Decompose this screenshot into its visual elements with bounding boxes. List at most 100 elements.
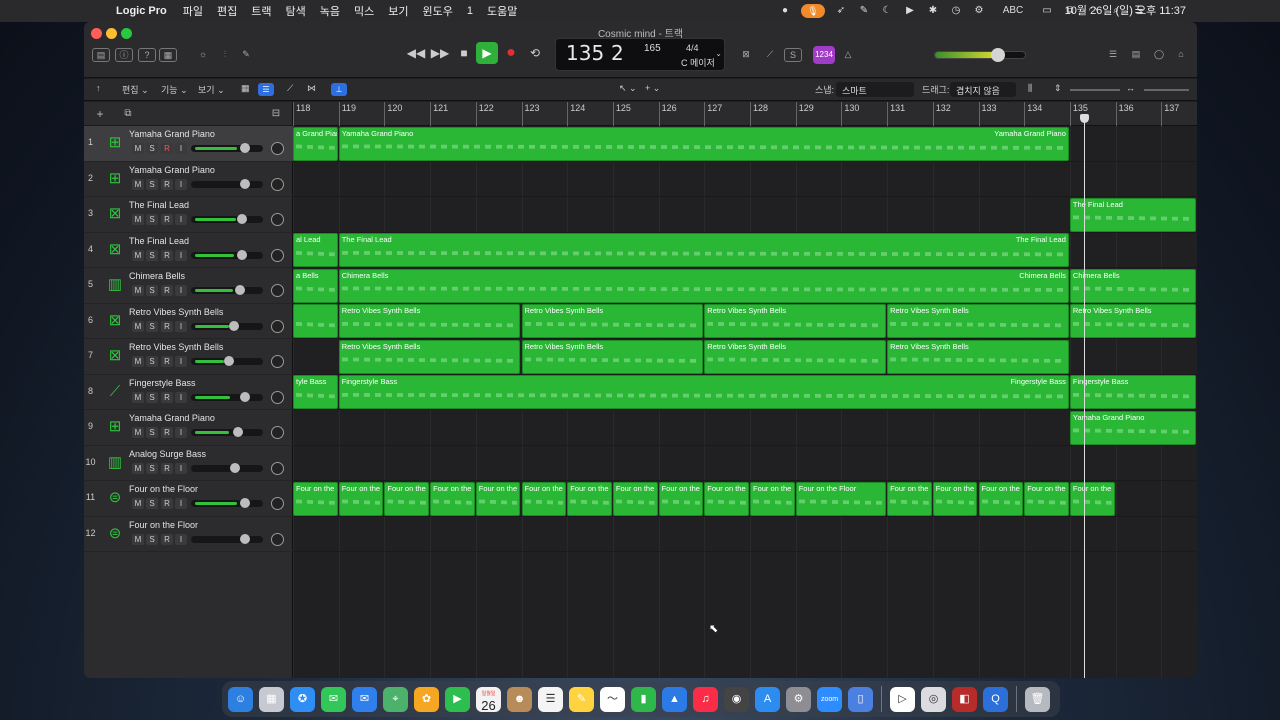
midi-region[interactable]: Four on the bbox=[750, 481, 795, 516]
messages-icon[interactable]: ✉ bbox=[321, 686, 346, 712]
record-enable-button[interactable]: R bbox=[161, 356, 173, 367]
record-enable-button[interactable]: R bbox=[161, 214, 173, 225]
track-name[interactable]: Chimera Bells bbox=[129, 271, 185, 281]
arrange-area[interactable]: 118 119 120 121 122 123 124 125 126 127 128 129 130 1… bbox=[293, 102, 1197, 678]
lcd-time-signature[interactable]: 4/4 bbox=[686, 43, 699, 53]
track-lane[interactable] bbox=[293, 162, 1197, 197]
midi-region[interactable]: The Final Lead The Final Lead bbox=[338, 233, 1069, 267]
record-enable-button[interactable]: R bbox=[161, 143, 173, 154]
snap-select[interactable]: 스마트 bbox=[836, 82, 914, 97]
midi-region[interactable]: al Lead bbox=[293, 233, 338, 267]
track-header[interactable]: 12 ⊜ Four on the Floor M S R I bbox=[84, 517, 293, 552]
midi-region[interactable]: Four on the bbox=[887, 481, 932, 516]
moon-icon[interactable]: ☾ bbox=[880, 5, 894, 17]
track-name[interactable]: The Final Lead bbox=[129, 200, 189, 210]
contacts-icon[interactable]: ☻ bbox=[507, 686, 532, 712]
notes-icon[interactable]: ✎ bbox=[569, 686, 594, 712]
record-enable-button[interactable]: R bbox=[161, 427, 173, 438]
mail-icon[interactable]: ✉ bbox=[352, 686, 377, 712]
midi-region[interactable]: Retro Vibes Synth Bells bbox=[887, 339, 1069, 374]
music-icon[interactable]: ♫ bbox=[693, 686, 718, 712]
pan-knob[interactable] bbox=[271, 177, 284, 191]
mute-button[interactable]: M bbox=[132, 214, 144, 225]
input-monitor-button[interactable]: I bbox=[175, 356, 187, 367]
volume-slider[interactable] bbox=[191, 533, 263, 544]
notepad-icon[interactable]: ▤ bbox=[1127, 48, 1145, 62]
calendar-icon[interactable]: 일월일 26 bbox=[476, 686, 501, 712]
volume-slider[interactable] bbox=[191, 391, 263, 402]
solo-button[interactable]: S bbox=[146, 356, 158, 367]
track-header[interactable]: 9 ⊞ Yamaha Grand Piano M S R I bbox=[84, 410, 293, 446]
midi-region[interactable]: Four on the bbox=[430, 481, 475, 516]
midi-region[interactable]: Yamaha Grand Piano Yamaha Grand Piano bbox=[338, 126, 1069, 161]
screenshot-icon[interactable]: ◉ bbox=[724, 686, 749, 712]
mute-button[interactable]: M bbox=[132, 320, 144, 332]
midi-region[interactable]: Four on the bbox=[338, 481, 384, 516]
menu-help[interactable]: 도움말 bbox=[487, 3, 517, 19]
track-name[interactable]: Retro Vibes Synth Bells bbox=[129, 342, 223, 352]
pan-knob[interactable] bbox=[271, 461, 284, 475]
view-menu[interactable]: 보기 ⌄ bbox=[198, 83, 225, 96]
vertical-zoom-icon[interactable]: ⇕ bbox=[1054, 83, 1062, 94]
midi-region[interactable]: Retro Vibes Synth Bells bbox=[704, 339, 887, 374]
mute-button[interactable]: M bbox=[132, 427, 144, 438]
app-menu[interactable]: Logic Pro bbox=[116, 5, 167, 17]
volume-slider[interactable] bbox=[191, 498, 263, 508]
replace-icon[interactable]: ⊠ bbox=[737, 48, 755, 62]
track-header[interactable]: 2 ⊞ Yamaha Grand Piano M S R I bbox=[84, 162, 293, 197]
midi-region[interactable]: Four on the bbox=[293, 481, 338, 516]
photos-icon[interactable]: ✿ bbox=[414, 686, 439, 712]
solo-button[interactable]: S bbox=[146, 462, 158, 474]
track-header[interactable]: 3 ⊠ The Final Lead M S R I bbox=[84, 197, 293, 233]
stop-button[interactable]: ■ bbox=[453, 42, 475, 64]
record-status-icon[interactable]: ● bbox=[778, 5, 792, 17]
logic-pro-icon[interactable]: ◎ bbox=[921, 686, 946, 712]
input-monitor-button[interactable]: I bbox=[175, 285, 187, 296]
keynote-icon[interactable]: ▲ bbox=[662, 686, 687, 712]
duplicate-track-button[interactable]: ⧉ bbox=[120, 107, 136, 121]
volume-knob[interactable] bbox=[237, 249, 248, 260]
global-tracks-button[interactable]: ⊟ bbox=[268, 107, 284, 121]
pan-knob[interactable] bbox=[271, 426, 284, 439]
piano-icon[interactable]: ⊞ bbox=[104, 168, 126, 190]
midi-region[interactable]: Retro Vibes Synth Bells bbox=[1069, 304, 1196, 338]
list-view-icon[interactable]: ☰ bbox=[258, 83, 274, 96]
pointer-tool-icon[interactable]: ↖ ⌄ bbox=[619, 83, 637, 94]
mute-button[interactable]: M bbox=[132, 462, 144, 474]
solo-button[interactable]: S bbox=[146, 427, 158, 438]
horizontal-zoom-slider[interactable] bbox=[1144, 89, 1189, 91]
volume-knob[interactable] bbox=[239, 533, 250, 544]
mainstage-icon[interactable]: ◧ bbox=[952, 686, 977, 712]
midi-region[interactable]: Retro Vibes Synth Bells bbox=[887, 304, 1069, 338]
mixer-icon[interactable]: ⫶ bbox=[216, 48, 234, 62]
add-track-button[interactable]: + bbox=[92, 107, 108, 121]
menu-mix[interactable]: 믹스 bbox=[354, 3, 374, 19]
solo-button[interactable]: S bbox=[146, 249, 158, 261]
midi-region[interactable]: Four on the bbox=[658, 481, 704, 516]
midi-region[interactable] bbox=[293, 304, 338, 338]
midi-region[interactable]: tyle Bass bbox=[293, 375, 338, 409]
pan-knob[interactable] bbox=[271, 319, 284, 333]
lcd-menu-icon[interactable]: ⌄ bbox=[715, 49, 722, 58]
catch-playhead-icon[interactable]: ⊥ bbox=[331, 83, 347, 96]
microphone-icon[interactable]: 🎙 bbox=[801, 4, 825, 18]
track-header[interactable]: 11 ⊜ Four on the Floor M S R I bbox=[84, 481, 293, 517]
fast-forward-button[interactable]: ▶▶ bbox=[429, 42, 451, 64]
toolbar-icon[interactable]: ▦ bbox=[159, 48, 177, 62]
volume-slider[interactable] bbox=[191, 249, 263, 260]
lcd-key[interactable]: C 메이저 bbox=[681, 56, 715, 69]
facetime-icon[interactable]: ▶ bbox=[445, 686, 470, 712]
launchpad-icon[interactable]: ▦ bbox=[259, 686, 284, 712]
midi-region[interactable]: Four on the bbox=[612, 481, 658, 516]
volume-knob[interactable] bbox=[239, 143, 250, 153]
menu-file[interactable]: 파일 bbox=[183, 3, 203, 19]
record-enable-button[interactable]: R bbox=[161, 285, 173, 296]
mute-button[interactable]: M bbox=[132, 285, 144, 296]
solo-button[interactable]: S bbox=[146, 285, 158, 296]
record-enable-button[interactable]: R bbox=[161, 498, 173, 509]
drum-kit-icon[interactable]: ⊜ bbox=[104, 523, 126, 545]
synth-keyboard-icon[interactable]: ⊠ bbox=[104, 345, 126, 367]
menu-navigate[interactable]: 탐색 bbox=[285, 3, 305, 19]
volume-knob[interactable] bbox=[230, 462, 241, 473]
playhead[interactable] bbox=[1083, 116, 1085, 678]
